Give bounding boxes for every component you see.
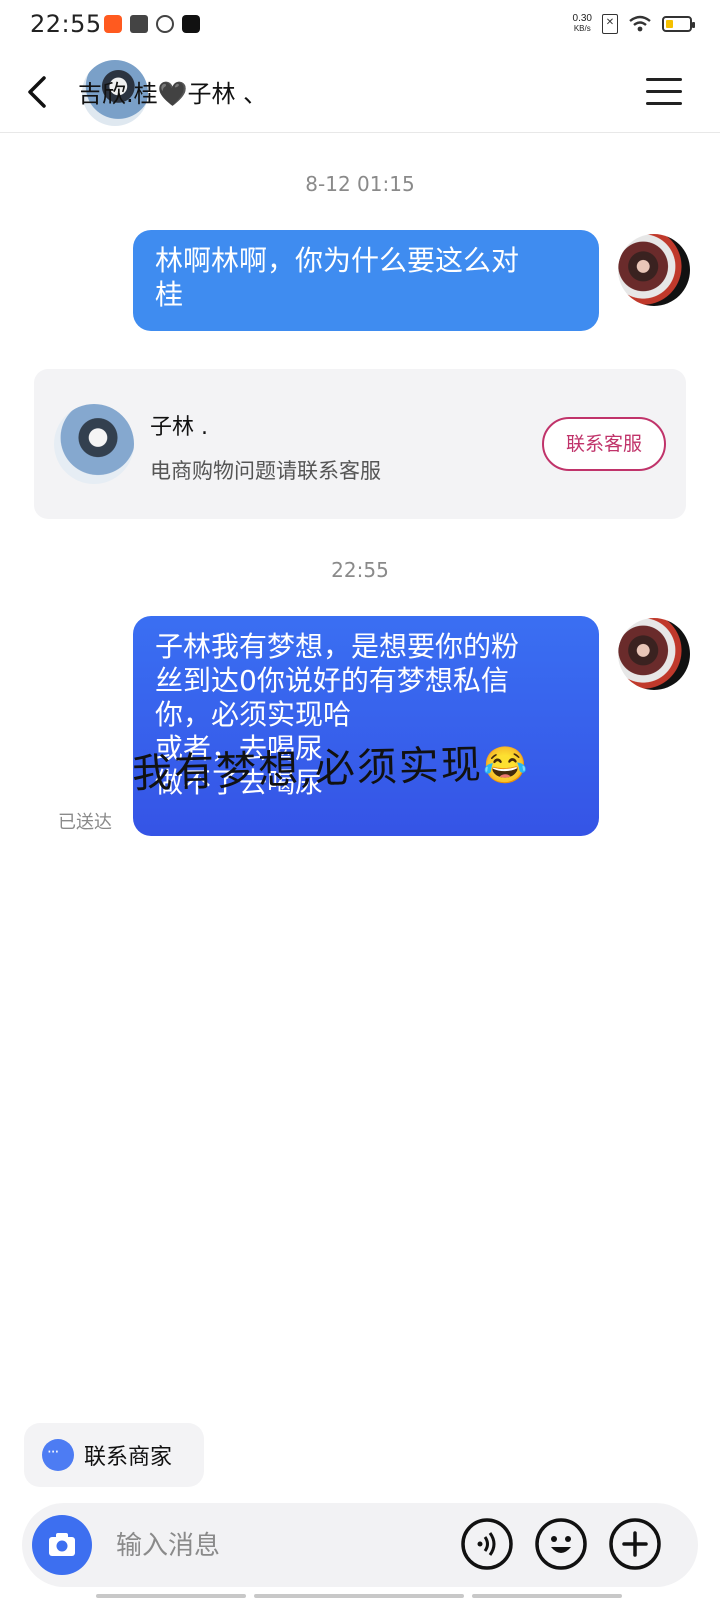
status-indicators: 0.30 KB/s ✕: [573, 14, 695, 34]
message-timestamp: 22:55: [331, 558, 389, 582]
handwriting-text: 我有梦想,必须实现: [131, 742, 484, 798]
battery-level: [666, 20, 673, 28]
status-app-icons: [104, 15, 200, 33]
laughing-emoji-icon: 😂: [482, 744, 531, 788]
voice-button[interactable]: [460, 1517, 514, 1571]
camera-button[interactable]: [32, 1515, 92, 1575]
emoji-button[interactable]: [534, 1517, 588, 1571]
menu-icon[interactable]: [646, 78, 682, 106]
contact-merchant-chip[interactable]: 联系商家: [24, 1423, 204, 1487]
my-avatar[interactable]: [618, 234, 690, 306]
camera-icon: [49, 1533, 75, 1556]
network-speed: 0.30 KB/s: [573, 14, 592, 34]
card-description: 电商购物问题请联系客服: [150, 459, 381, 483]
card-name: 子林 .: [150, 415, 208, 440]
chat-bubble-icon: [42, 1439, 74, 1471]
home-indicator: [254, 1594, 464, 1598]
card-avatar[interactable]: [54, 404, 134, 484]
wifi-icon: [629, 15, 651, 32]
back-icon[interactable]: [18, 72, 58, 112]
message-line: 丝到达0你说好的有梦想私信: [155, 664, 509, 697]
home-indicator: [472, 1594, 622, 1598]
status-bar: 22:55 0.30 KB/s ✕: [0, 0, 720, 52]
my-avatar[interactable]: [618, 618, 690, 690]
network-speed-value: 0.30: [572, 13, 592, 24]
message-line: 你，必须实现哈: [155, 698, 352, 731]
no-sim-icon: ✕: [602, 14, 618, 34]
video-icon: [130, 15, 148, 33]
status-time: 22:55: [30, 10, 102, 38]
message-timestamp: 8-12 01:15: [305, 172, 415, 196]
contact-merchant-label: 联系商家: [84, 1445, 173, 1470]
contact-service-button[interactable]: 联系客服: [542, 417, 666, 471]
chat-title: 吉欣.桂🖤子林 、: [78, 80, 268, 108]
message-line: 林啊林啊，你为什么要这么对: [155, 244, 520, 277]
chat-header: 吉欣.桂🖤子林 、: [0, 52, 720, 133]
tiktok-icon: [182, 15, 200, 33]
message-bubble[interactable]: 林啊林啊，你为什么要这么对 桂: [133, 230, 599, 331]
message-line: 子林我有梦想，是想要你的粉: [155, 630, 520, 663]
battery-icon: [662, 16, 695, 32]
network-speed-unit: KB/s: [573, 24, 591, 33]
taobao-icon: [104, 15, 122, 33]
message-input[interactable]: [114, 1517, 458, 1575]
sent-status: 已送达: [58, 812, 112, 833]
message-bubble[interactable]: 子林我有梦想，是想要你的粉 丝到达0你说好的有梦想私信 你，必须实现哈 或者，去…: [133, 616, 599, 836]
handwriting-overlay: 我有梦想,必须实现😂: [131, 731, 531, 799]
plus-button[interactable]: [608, 1517, 662, 1571]
link-icon: [156, 15, 174, 33]
home-indicator: [96, 1594, 246, 1598]
contact-card: 子林 . 电商购物问题请联系客服 联系客服: [34, 369, 686, 519]
message-line: 桂: [155, 278, 184, 311]
message-input-bar: [22, 1503, 698, 1587]
